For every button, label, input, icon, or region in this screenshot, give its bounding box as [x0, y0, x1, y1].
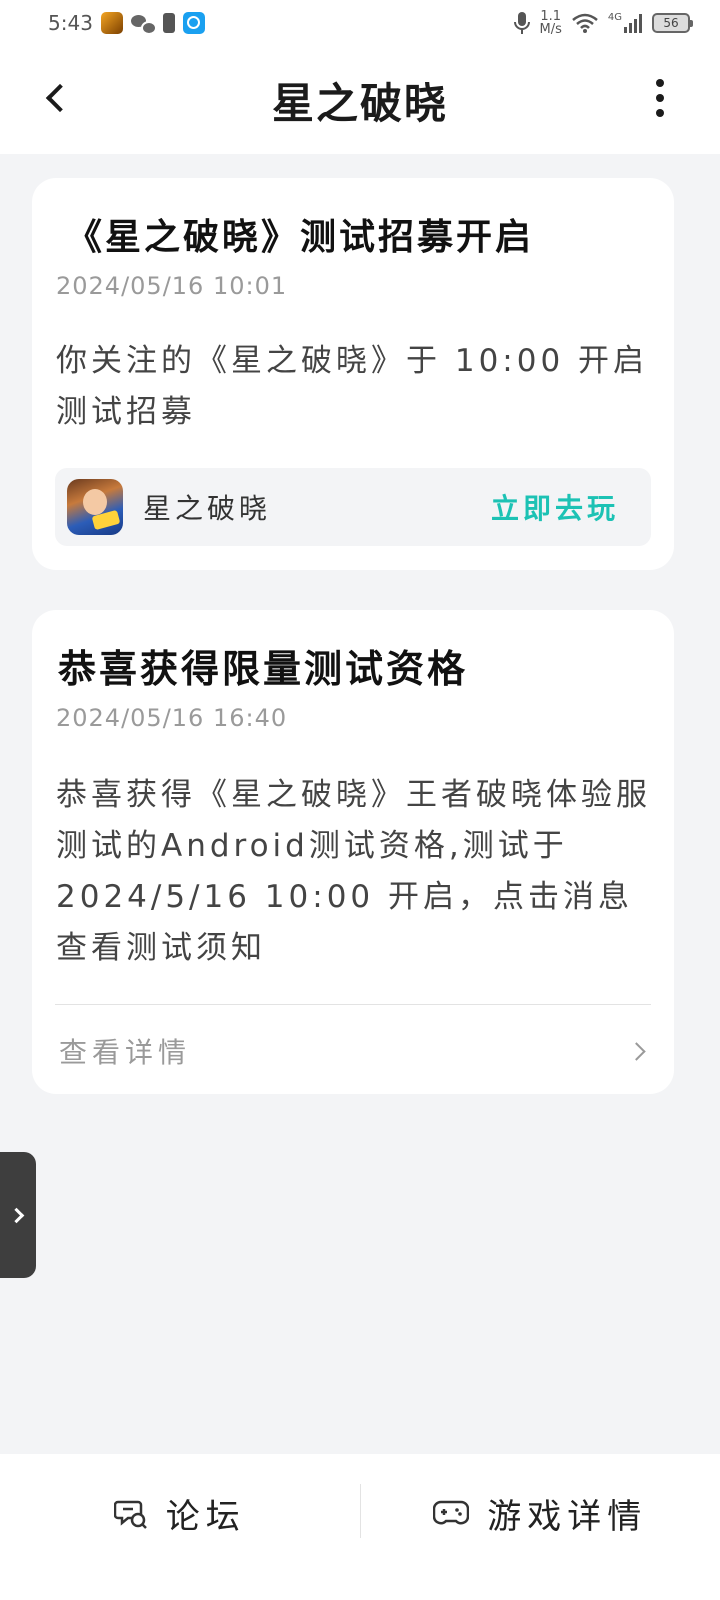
game-name: 星之破晓 [143, 492, 272, 525]
network-speed: 1.1 M/s [539, 9, 562, 37]
status-bar: 5:43 1.1 M/s 4G 56 [0, 0, 720, 46]
status-right: 1.1 M/s 4G 56 [513, 9, 693, 37]
more-dot-icon [656, 94, 664, 102]
card-timestamp: 2024/05/16 16:40 [56, 704, 288, 732]
cellular-signal: 4G [608, 13, 642, 33]
game-notification-icon [100, 12, 123, 34]
more-dot-icon [656, 79, 664, 87]
game-details-button[interactable]: 游戏详情 [361, 1458, 720, 1568]
wechat-icon [130, 14, 157, 35]
microphone-icon [513, 12, 530, 34]
bottom-action-bar: 论坛 游戏详情 [0, 1454, 720, 1600]
alert-icon [162, 13, 175, 33]
battery-icon: 56 [652, 13, 693, 33]
network-type: 4G [607, 12, 622, 23]
status-left: 5:43 [48, 11, 205, 35]
back-button[interactable] [34, 76, 78, 120]
notification-card-qualification[interactable]: 恭喜获得限量测试资格 2024/05/16 16:40 恭喜获得《星之破晓》王者… [32, 610, 674, 1094]
chevron-right-icon [627, 1041, 646, 1061]
card-title: 恭喜获得限量测试资格 [58, 647, 469, 691]
signal-bars-icon [624, 13, 642, 33]
notification-card-recruitment[interactable]: 《星之破晓》测试招募开启 2024/05/16 10:01 你关注的《星之破晓》… [32, 178, 674, 570]
page-title: 星之破晓 [271, 78, 448, 128]
card-title: 《星之破晓》测试招募开启 [66, 217, 535, 258]
game-app-icon [67, 479, 123, 535]
screen: 5:43 1.1 M/s 4G 56 星之破晓 《星之破晓》测试招募开启 202… [0, 0, 720, 1600]
back-arrow-icon [45, 83, 75, 113]
view-details-link[interactable]: 查看详情 [55, 1020, 651, 1082]
card-body-text: 恭喜获得《星之破晓》王者破晓体验服测试的Android测试资格,测试于2024/… [56, 777, 651, 966]
floating-side-tab[interactable] [0, 1152, 36, 1278]
card-divider [55, 1004, 651, 1005]
app-header: 星之破晓 [0, 46, 720, 154]
card-timestamp: 2024/05/16 10:01 [56, 272, 288, 300]
game-details-label: 游戏详情 [487, 1496, 648, 1537]
chevron-right-icon [8, 1207, 24, 1223]
more-options-button[interactable] [648, 76, 672, 120]
card-body-text: 你关注的《星之破晓》于 10:00 开启测试招募 [56, 343, 649, 430]
forum-button[interactable]: 论坛 [0, 1458, 360, 1568]
forum-icon [113, 1500, 147, 1529]
search-app-icon [182, 12, 205, 34]
forum-label: 论坛 [165, 1496, 246, 1537]
status-time: 5:43 [48, 11, 93, 35]
wifi-icon [572, 13, 598, 33]
battery-level: 56 [663, 16, 679, 30]
gamepad-icon [433, 1500, 470, 1525]
view-details-label: 查看详情 [59, 1036, 192, 1069]
play-now-button[interactable]: 立即去玩 [491, 487, 619, 527]
game-entry-row[interactable]: 星之破晓 立即去玩 [55, 468, 651, 546]
more-dot-icon [656, 109, 664, 117]
